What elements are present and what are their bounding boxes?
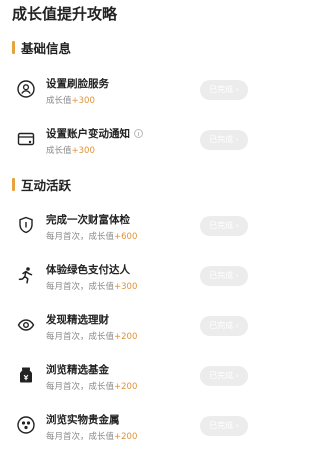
shield-check-icon — [17, 216, 35, 234]
task-subtitle: 每月首次，成长值+600 — [46, 230, 137, 242]
completed-button[interactable]: 已完成 › — [200, 130, 248, 150]
eye-icon — [17, 316, 35, 334]
task-row-precious-metals: 浏览实物贵金属 每月首次，成长值+200 已完成 › — [0, 403, 264, 453]
task-title: 设置账户变动通知 — [46, 126, 143, 141]
task-row-face-service: 设置刷脸服务 成长值+300 已完成 › — [0, 67, 264, 117]
task-subtitle: 每月首次，成长值+300 — [46, 280, 137, 292]
completed-button[interactable]: 已完成 › — [200, 316, 248, 336]
task-subtitle-prefix: 成长值 — [46, 96, 72, 106]
page-title: 成长值提升攻略 — [12, 5, 118, 23]
task-subtitle-prefix: 每月首次，成长值 — [46, 382, 115, 392]
task-title: 设置刷脸服务 — [46, 78, 109, 90]
task-subtitle-prefix: 每月首次，成长值 — [46, 282, 115, 292]
task-reward: +600 — [114, 232, 138, 242]
section-title: 基础信息 — [21, 41, 72, 56]
task-title: 发现精选理财 — [46, 314, 109, 326]
account-card-icon — [17, 130, 35, 148]
task-reward: +300 — [71, 146, 95, 156]
task-subtitle-prefix: 每月首次，成长值 — [46, 432, 115, 442]
completed-button[interactable]: 已完成 › — [200, 80, 248, 100]
task-subtitle: 每月首次，成长值+200 — [46, 380, 137, 392]
section-accent-bar — [12, 41, 15, 54]
completed-button[interactable]: 已完成 › — [200, 266, 248, 286]
task-reward: +200 — [114, 432, 138, 442]
task-reward: +300 — [71, 96, 95, 106]
face-scan-icon — [17, 80, 35, 98]
task-row-featured-finance: 发现精选理财 每月首次，成长值+200 已完成 › — [0, 303, 264, 353]
section-title: 互动活跃 — [21, 178, 72, 193]
task-title-text: 设置账户变动通知 — [46, 128, 130, 140]
task-row-featured-funds: 浏览精选基金 每月首次，成长值+200 已完成 › — [0, 353, 264, 403]
task-reward: +200 — [114, 332, 138, 342]
task-title: 完成一次财富体检 — [46, 214, 130, 226]
task-subtitle-prefix: 成长值 — [46, 146, 72, 156]
task-subtitle-prefix: 每月首次，成长值 — [46, 232, 115, 242]
task-subtitle: 成长值+300 — [46, 94, 95, 106]
completed-button[interactable]: 已完成 › — [200, 216, 248, 236]
fund-jar-icon — [17, 366, 35, 384]
task-row-wealth-check: 完成一次财富体检 每月首次，成长值+600 已完成 › — [0, 203, 264, 253]
info-icon[interactable] — [134, 129, 143, 138]
completed-button[interactable]: 已完成 › — [200, 366, 248, 386]
section-header-basic: 基础信息 — [12, 38, 71, 57]
task-reward: +300 — [114, 282, 138, 292]
completed-button[interactable]: 已完成 › — [200, 416, 248, 436]
precious-metal-icon — [17, 416, 35, 434]
section-header-interaction: 互动活跃 — [12, 175, 71, 194]
task-title: 浏览实物贵金属 — [46, 414, 120, 426]
runner-icon — [17, 266, 35, 284]
task-row-account-notice: 设置账户变动通知 成长值+300 已完成 › — [0, 117, 264, 167]
section-accent-bar — [12, 178, 15, 191]
task-reward: +200 — [114, 382, 138, 392]
task-row-green-payment: 体验绿色支付达人 每月首次，成长值+300 已完成 › — [0, 253, 264, 303]
task-title: 浏览精选基金 — [46, 364, 109, 376]
task-subtitle: 成长值+300 — [46, 144, 95, 156]
task-subtitle: 每月首次，成长值+200 — [46, 430, 137, 442]
task-subtitle: 每月首次，成长值+200 — [46, 330, 137, 342]
task-title: 体验绿色支付达人 — [46, 264, 130, 276]
task-subtitle-prefix: 每月首次，成长值 — [46, 332, 115, 342]
